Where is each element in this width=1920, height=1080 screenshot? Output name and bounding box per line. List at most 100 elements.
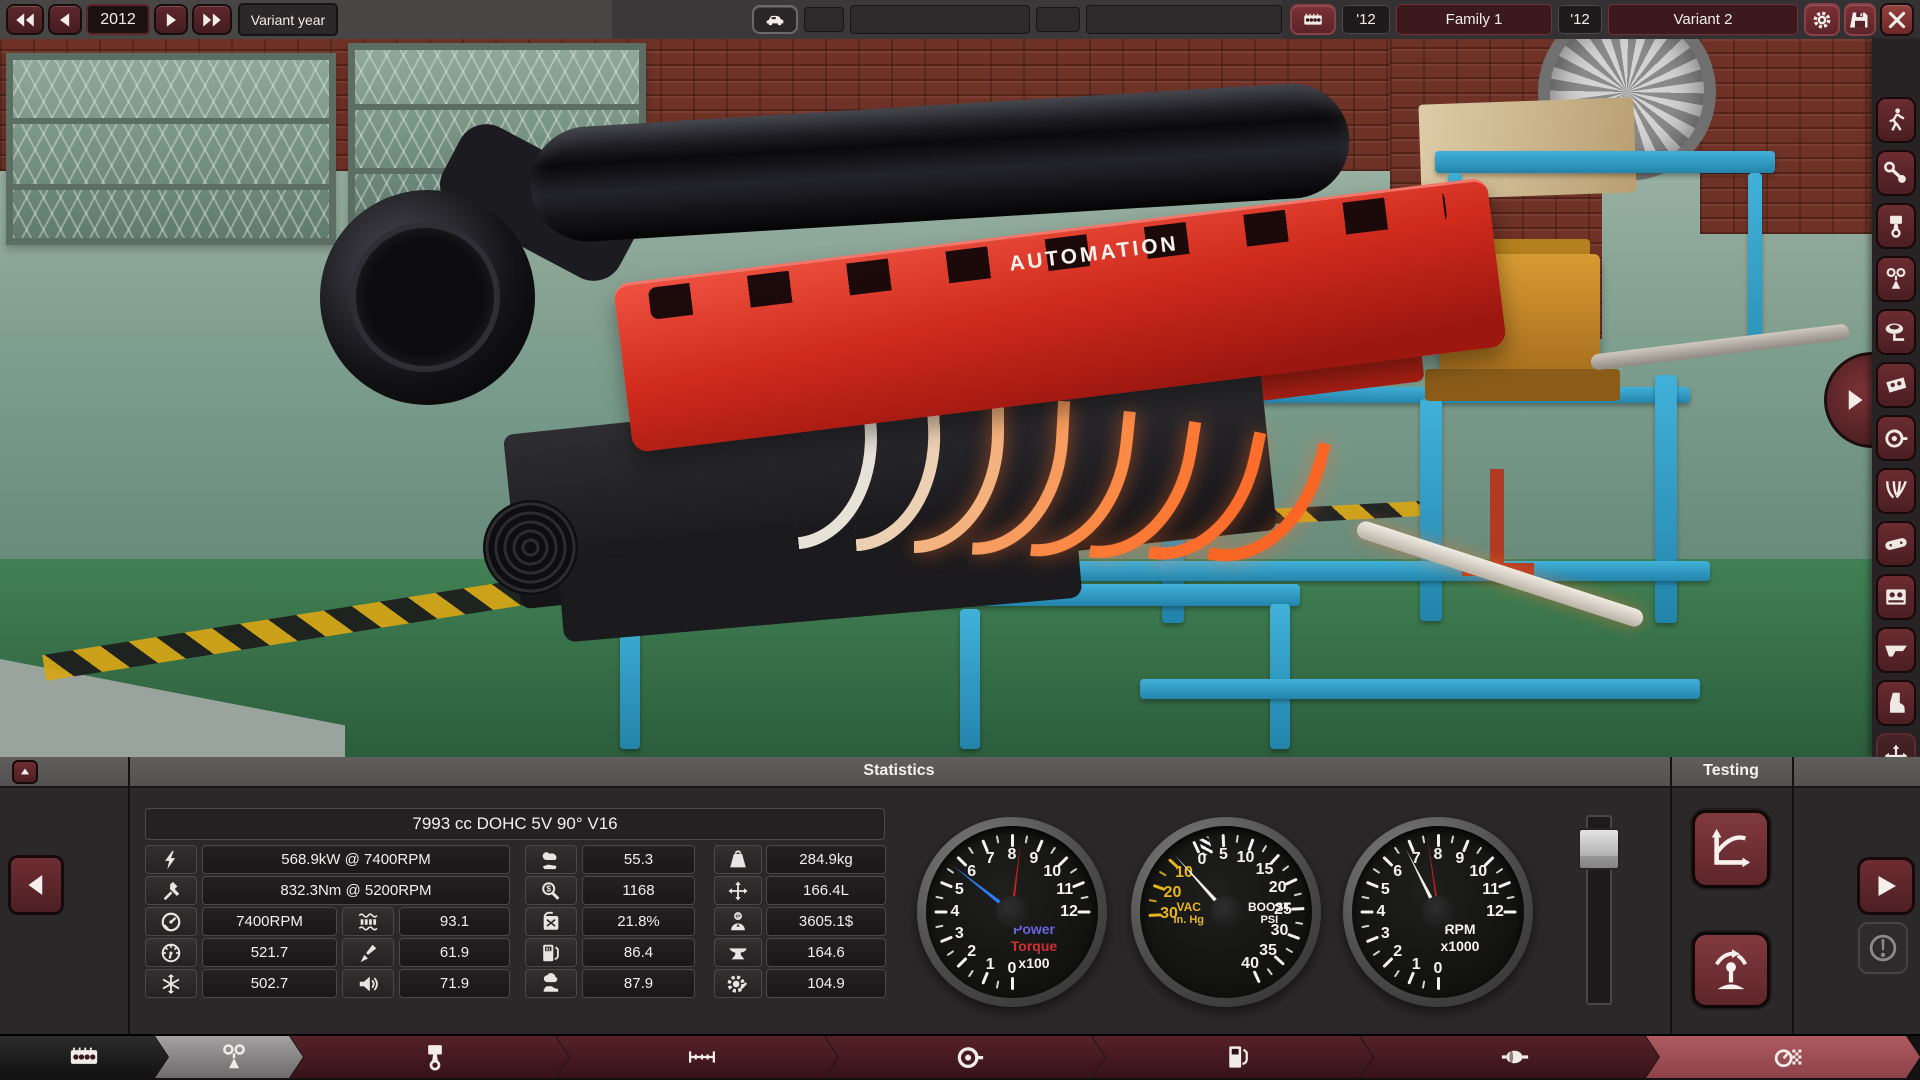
sidebar-toggle-engine-boot[interactable] <box>1876 680 1916 726</box>
stat-value: 61.9 <box>399 938 510 967</box>
crankshaft-icon <box>1883 160 1909 186</box>
tab-turbocharger[interactable] <box>825 1036 1105 1078</box>
sidebar-toggle-intake-manifold[interactable] <box>1876 362 1916 408</box>
year-first-button[interactable] <box>6 4 44 35</box>
warnings-button[interactable] <box>1858 922 1908 974</box>
settings-button[interactable] <box>1804 3 1840 36</box>
variant-name-field[interactable]: Variant 2 <box>1608 4 1798 35</box>
gauge-center-labels: PowerTorquex100 <box>986 921 1082 972</box>
stat-icon-fuel-pump <box>525 938 577 967</box>
throttle-control-button[interactable] <box>1692 932 1770 1008</box>
gauge-number: 10 <box>1043 863 1061 881</box>
weight-icon <box>727 849 749 871</box>
right-arrow-icon <box>161 10 181 30</box>
gauge-number: 11 <box>1482 881 1499 899</box>
walking-person-icon <box>1883 107 1909 133</box>
statistics-header-label: Statistics <box>128 762 1670 780</box>
sidebar-toggle-cylinder-head[interactable] <box>1876 256 1916 302</box>
engine-boot-icon <box>1883 690 1909 716</box>
tab-fuel-pump-station[interactable] <box>1092 1036 1373 1078</box>
top-bar-field-2[interactable] <box>1086 5 1282 34</box>
gauge-number: 10 <box>1469 863 1487 881</box>
gauge-hub <box>996 896 1028 928</box>
gauge-number: 4 <box>951 903 960 921</box>
tab-piston[interactable] <box>290 1036 569 1078</box>
left-arrow-icon <box>21 870 51 900</box>
throttle-slider-handle[interactable] <box>1578 828 1620 870</box>
family-name-field[interactable]: Family 1 <box>1396 4 1552 35</box>
run-test-button[interactable] <box>1857 857 1915 915</box>
stat-icon-snowflake <box>145 969 197 998</box>
oil-pan-icon <box>1883 637 1909 663</box>
gauge-number: 3 <box>1381 925 1390 943</box>
sidebar-toggle-oil-pan[interactable] <box>1876 627 1916 673</box>
gauge-number: 5 <box>1381 881 1390 899</box>
save-button[interactable] <box>1844 3 1876 36</box>
tab-scale-ticks[interactable] <box>556 1036 838 1078</box>
gauge-side-label: VACIn. Hg <box>1173 901 1204 927</box>
stat-icon-speaker <box>342 969 394 998</box>
stat-icon-tachometer <box>145 907 197 936</box>
tab-engine-strip[interactable] <box>0 1036 168 1078</box>
panel-divider <box>1670 757 1672 1034</box>
top-bar-slot-1[interactable] <box>804 7 844 32</box>
car-mode-button[interactable] <box>752 5 798 34</box>
gauge-tick <box>934 911 947 914</box>
panel-divider <box>1792 757 1794 1034</box>
intake-manifold-icon <box>1883 372 1909 398</box>
car-icon <box>765 10 785 30</box>
gauge-number: 12 <box>1060 903 1078 921</box>
stat-value: 166.4L <box>766 876 886 905</box>
sidebar-toggle-engine-block[interactable] <box>1876 574 1916 620</box>
gauge-hub <box>1422 896 1454 928</box>
collapse-panel-button[interactable] <box>12 760 38 784</box>
year-prev-button[interactable] <box>48 4 82 35</box>
year-last-button[interactable] <box>192 4 232 35</box>
tab-dyno-flag[interactable] <box>1646 1036 1920 1078</box>
sidebar-toggle-valve-cover[interactable] <box>1876 521 1916 567</box>
gauge-number: 8 <box>1008 846 1017 864</box>
dyno-curves-button[interactable] <box>1692 810 1770 888</box>
stat-icon-anvil <box>714 938 762 967</box>
gauge-number: 40 <box>1241 955 1259 973</box>
gauge-number: 2 <box>967 943 976 961</box>
prev-page-button[interactable] <box>8 855 64 915</box>
variant-year-badge: '12 <box>1558 5 1602 34</box>
move-tool-icon <box>727 880 749 902</box>
sidebar-toggle-air-filter[interactable] <box>1876 309 1916 355</box>
top-bar-field-1[interactable] <box>850 5 1030 34</box>
close-button[interactable] <box>1880 3 1914 36</box>
dyno-room-3d-viewport[interactable]: AUTOMATION <box>0 39 1872 757</box>
family-year-badge: '12 <box>1342 5 1390 34</box>
gauge-number: 2 <box>1393 943 1402 961</box>
gauge-number: 3 <box>955 925 964 943</box>
hammer-wrench-icon <box>160 880 182 902</box>
sidebar-toggle-crankshaft[interactable] <box>1876 150 1916 196</box>
sidebar-toggle-exhaust-headers[interactable] <box>1876 468 1916 514</box>
sidebar-toggle-walking-person[interactable] <box>1876 97 1916 143</box>
stat-value: 87.9 <box>582 969 695 998</box>
muffler-icon <box>1500 1042 1530 1072</box>
tab-muffler[interactable] <box>1360 1036 1659 1078</box>
gauge-number: 10 <box>1237 849 1255 867</box>
workshop-window <box>6 53 336 245</box>
vac-boost-gauge: 1020300510152025303540VACIn. HgBOOSTPSI <box>1131 817 1321 1007</box>
fuel-pump-station-icon <box>1223 1042 1253 1072</box>
top-bar-slot-2[interactable] <box>1036 7 1080 32</box>
sidebar-toggle-turbocharger[interactable] <box>1876 415 1916 461</box>
sidebar-toggle-piston[interactable] <box>1876 203 1916 249</box>
engine-mode-button[interactable] <box>1290 4 1336 35</box>
stat-icon-move-tool <box>714 876 762 905</box>
tab-cylinder-head[interactable] <box>155 1036 303 1078</box>
gauge-number: 20 <box>1269 879 1287 897</box>
power-torque-gauge: 0123456789101112PowerTorquex100 <box>917 817 1107 1007</box>
year-next-button[interactable] <box>154 4 188 35</box>
gauge-number: 12 <box>1486 903 1504 921</box>
scale-ticks-icon <box>687 1042 717 1072</box>
tachometer-icon <box>160 911 182 933</box>
save-floppy-icon <box>1850 10 1870 30</box>
gauge-tick <box>1503 911 1516 914</box>
jerrycan-icon <box>540 911 562 933</box>
graph-curve-icon <box>1708 826 1754 872</box>
gauge-number: 7 <box>1412 850 1421 868</box>
